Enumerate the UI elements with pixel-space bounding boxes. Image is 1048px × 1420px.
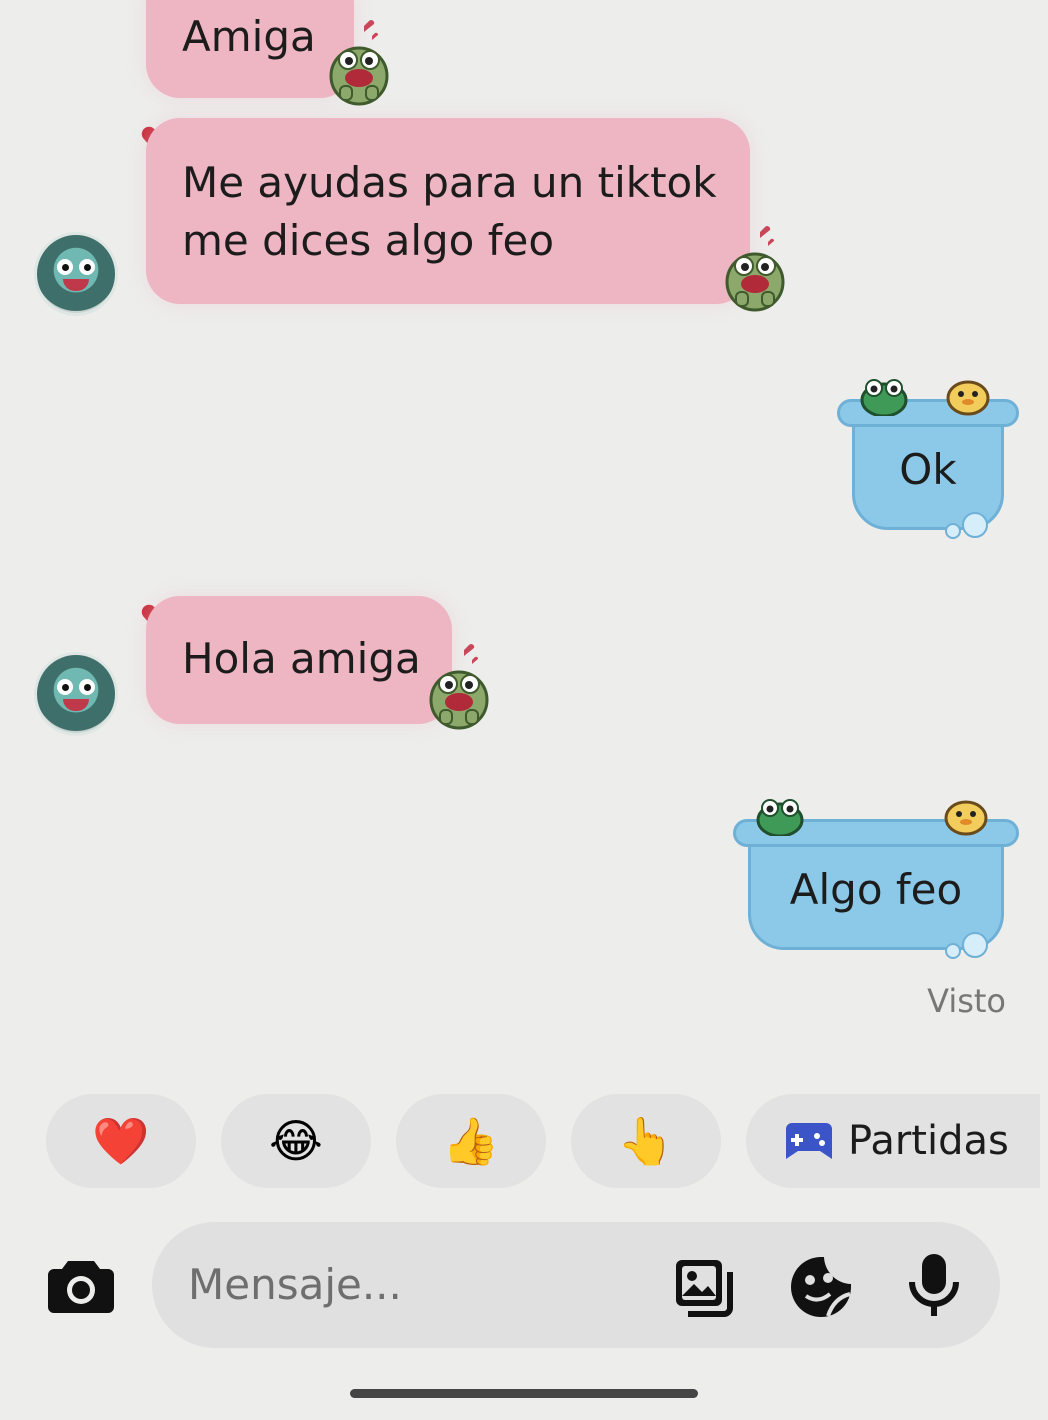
sticker-icon[interactable]	[788, 1254, 854, 1320]
avatar-mouth	[63, 699, 89, 711]
games-button[interactable]: Partidas	[746, 1094, 1040, 1188]
frog-sticker-icon	[329, 20, 389, 106]
avatar-eye	[79, 679, 95, 695]
frog-peeking-sticker-icon	[756, 799, 804, 836]
frog-sticker-icon	[725, 226, 785, 312]
message-input[interactable]: Mensaje...	[188, 1222, 402, 1348]
microphone-icon[interactable]	[904, 1252, 964, 1320]
message-text: Hola amiga	[182, 634, 421, 683]
frog-peeking-sticker-icon	[860, 379, 908, 416]
camera-icon[interactable]	[46, 1255, 116, 1315]
laughing-tears-emoji-icon: 😂	[269, 1114, 323, 1168]
message-text-line-1: Me ayudas para un tiktok	[182, 158, 717, 207]
contact-avatar[interactable]	[34, 232, 118, 316]
message-text-line-2: me dices algo feo	[182, 216, 555, 265]
water-bubbles-icon	[945, 932, 988, 959]
duck-peeking-sticker-icon	[944, 800, 988, 836]
message-composer: Mensaje...	[152, 1222, 1000, 1348]
chat-screen: Amiga Me ayudas para un tiktok me dices …	[0, 0, 1048, 1420]
message-text: Amiga	[182, 12, 316, 61]
gamepad-icon	[786, 1123, 832, 1159]
incoming-message-bubble[interactable]: Hola amiga	[146, 596, 452, 724]
outgoing-message-bubble[interactable]: Ok	[837, 399, 1019, 539]
pointing-hand-emoji-icon: 👆	[617, 1113, 675, 1168]
reaction-point-button[interactable]: 👆	[571, 1094, 721, 1188]
message-text: Ok	[899, 445, 957, 494]
reaction-thumbs-up-button[interactable]: 👍	[396, 1094, 546, 1188]
games-label: Partidas	[848, 1118, 1009, 1164]
frog-sticker-icon	[429, 644, 489, 730]
outgoing-message-bubble[interactable]: Algo feo	[733, 819, 1019, 959]
avatar-eye	[57, 259, 73, 275]
message-text: Algo feo	[789, 865, 963, 914]
gallery-icon[interactable]	[672, 1256, 738, 1318]
avatar-mouth	[63, 279, 89, 291]
incoming-message-bubble[interactable]: Me ayudas para un tiktok me dices algo f…	[146, 118, 750, 304]
reaction-heart-button[interactable]: ❤️	[46, 1094, 196, 1188]
incoming-message-bubble[interactable]: Amiga	[146, 0, 354, 98]
avatar-eye	[57, 679, 73, 695]
thumbs-up-emoji-icon: 👍	[442, 1113, 500, 1168]
quick-reaction-bar: ❤️ 😂 👍 👆 Partidas	[0, 1094, 1048, 1188]
contact-avatar[interactable]	[34, 652, 118, 736]
red-heart-emoji-icon: ❤️	[92, 1113, 150, 1168]
duck-peeking-sticker-icon	[946, 380, 990, 416]
reaction-laugh-button[interactable]: 😂	[221, 1094, 371, 1188]
avatar-eye	[79, 259, 95, 275]
home-indicator[interactable]	[350, 1389, 698, 1398]
water-bubbles-icon	[945, 512, 988, 539]
seen-status: Visto	[927, 982, 1006, 1020]
